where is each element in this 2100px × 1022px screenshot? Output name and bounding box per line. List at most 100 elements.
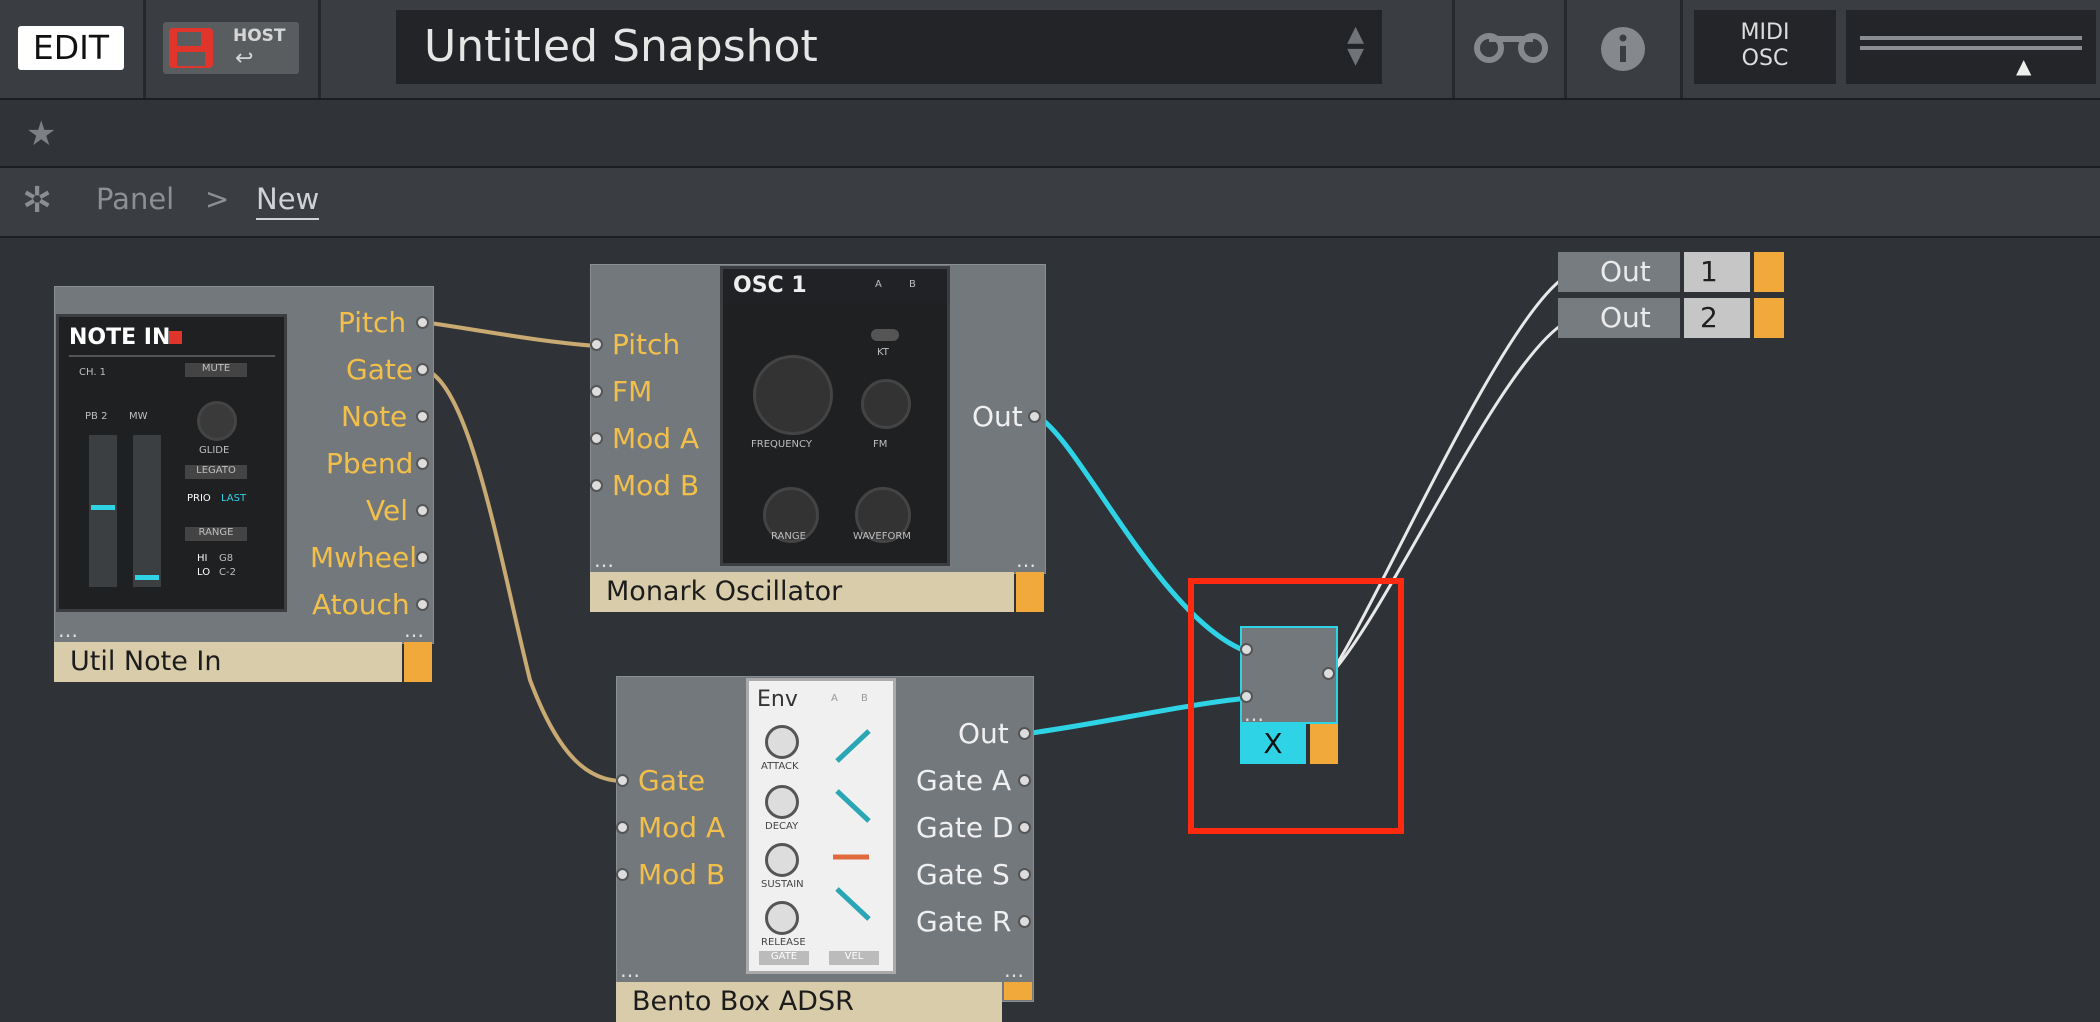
cable-pitch	[422, 320, 598, 348]
port-dot[interactable]	[1018, 821, 1031, 834]
port-modb-in[interactable]: Mod B	[638, 858, 725, 891]
module-tag-icon[interactable]	[1004, 982, 1032, 1000]
module-label[interactable]: Util Note In	[54, 642, 402, 682]
channel-label: CH. 1	[79, 367, 107, 378]
env-b-label: B	[861, 693, 868, 704]
output-name[interactable]: Out	[1558, 252, 1680, 292]
module-tag-icon[interactable]	[1754, 298, 1784, 338]
sustain-label: SUSTAIN	[761, 879, 804, 890]
port-env-out[interactable]: Out	[958, 717, 1009, 750]
port-mwheel-out[interactable]: Mwheel	[310, 541, 417, 574]
port-pbend-out[interactable]: Pbend	[326, 447, 413, 480]
prio-value[interactable]: LAST	[221, 493, 246, 504]
glide-knob[interactable]	[197, 401, 237, 441]
output-name[interactable]: Out	[1558, 298, 1680, 338]
attack-knob[interactable]	[765, 725, 799, 759]
release-knob[interactable]	[765, 901, 799, 935]
glide-label: GLIDE	[199, 445, 230, 456]
envelope-panel: Env A B ATTACK DECAY SUSTAIN RELEASE GAT…	[746, 678, 896, 974]
port-moda-in[interactable]: Mod A	[638, 811, 725, 844]
port-dot[interactable]	[616, 868, 629, 881]
port-vel-out[interactable]: Vel	[366, 494, 408, 527]
envelope-shape-icons	[833, 729, 871, 921]
more-dots-icon[interactable]: …	[594, 548, 615, 572]
port-dot[interactable]	[590, 432, 603, 445]
more-dots-icon[interactable]: …	[404, 618, 425, 642]
waveform-label: WAVEFORM	[853, 531, 911, 542]
port-dot[interactable]	[1018, 727, 1031, 740]
module-tag-icon[interactable]	[1754, 252, 1784, 292]
more-dots-icon[interactable]: …	[1004, 958, 1025, 982]
port-moda-in[interactable]: Mod A	[612, 422, 699, 455]
osc-title: OSC 1	[733, 273, 807, 298]
more-dots-icon[interactable]: …	[620, 958, 641, 982]
osc-b-label: B	[909, 279, 916, 290]
port-gate-d-out[interactable]: Gate D	[916, 811, 1014, 844]
port-atouch-out[interactable]: Atouch	[312, 588, 410, 621]
lo-value[interactable]: C-2	[219, 567, 236, 578]
module-tag-icon[interactable]	[1016, 572, 1044, 612]
port-dot[interactable]	[416, 316, 429, 329]
gate-button[interactable]: GATE	[759, 951, 809, 965]
module-label[interactable]: Bento Box ADSR	[616, 982, 1002, 1022]
note-in-panel: NOTE IN CH. 1 MUTE PB 2 MW GLIDE LEGATO …	[56, 314, 287, 612]
port-dot[interactable]	[416, 551, 429, 564]
port-gate-in[interactable]: Gate	[638, 764, 705, 797]
output-channel[interactable]: 2	[1684, 298, 1750, 338]
pitch-bend-slider[interactable]	[89, 435, 117, 587]
port-dot[interactable]	[616, 821, 629, 834]
output-channel[interactable]: 1	[1684, 252, 1750, 292]
port-pitch-in[interactable]: Pitch	[612, 328, 680, 361]
decay-knob[interactable]	[765, 785, 799, 819]
mod-wheel-slider[interactable]	[133, 435, 161, 587]
kt-toggle[interactable]	[871, 329, 899, 341]
port-modb-in[interactable]: Mod B	[612, 469, 699, 502]
port-dot[interactable]	[1018, 774, 1031, 787]
port-dot[interactable]	[590, 338, 603, 351]
fm-knob[interactable]	[861, 379, 911, 429]
port-dot[interactable]	[1018, 868, 1031, 881]
port-dot[interactable]	[416, 598, 429, 611]
port-gate-a-out[interactable]: Gate A	[916, 764, 1011, 797]
port-dot[interactable]	[416, 410, 429, 423]
frequency-label: FREQUENCY	[751, 439, 812, 450]
port-dot[interactable]	[590, 479, 603, 492]
port-note-out[interactable]: Note	[341, 400, 407, 433]
selection-highlight	[1188, 578, 1404, 834]
fm-label: FM	[873, 439, 888, 450]
legato-button[interactable]: LEGATO	[185, 465, 247, 479]
oscillator-panel: OSC 1 A B FREQUENCY KT FM RANGE WAVEFORM	[720, 266, 950, 566]
port-gate-out[interactable]: Gate	[346, 353, 413, 386]
decay-label: DECAY	[765, 821, 799, 832]
module-label[interactable]: Monark Oscillator	[590, 572, 1014, 612]
mute-button[interactable]: MUTE	[185, 363, 247, 377]
kt-label: KT	[877, 347, 889, 358]
range-label: RANGE	[771, 531, 806, 542]
port-dot[interactable]	[1028, 410, 1041, 423]
sustain-knob[interactable]	[765, 843, 799, 877]
port-dot[interactable]	[616, 774, 629, 787]
osc-a-label: A	[875, 279, 882, 290]
port-gate-s-out[interactable]: Gate S	[916, 858, 1010, 891]
port-osc-out[interactable]: Out	[972, 400, 1023, 433]
range-button[interactable]: RANGE	[185, 527, 247, 541]
mw-label: MW	[129, 411, 148, 422]
port-dot[interactable]	[416, 363, 429, 376]
port-fm-in[interactable]: FM	[612, 375, 652, 408]
vel-button[interactable]: VEL	[829, 951, 879, 965]
more-dots-icon[interactable]: …	[58, 618, 79, 642]
port-dot[interactable]	[1018, 915, 1031, 928]
hi-label: HI	[197, 553, 208, 564]
record-indicator	[169, 331, 182, 344]
port-dot[interactable]	[416, 504, 429, 517]
port-dot[interactable]	[416, 457, 429, 470]
frequency-knob[interactable]	[753, 355, 833, 435]
more-dots-icon[interactable]: …	[1016, 548, 1037, 572]
module-tag-icon[interactable]	[404, 642, 432, 682]
env-title: Env	[757, 687, 798, 712]
port-gate-r-out[interactable]: Gate R	[916, 905, 1011, 938]
pb-label: PB 2	[85, 411, 108, 422]
port-pitch-out[interactable]: Pitch	[338, 306, 406, 339]
hi-value[interactable]: G8	[219, 553, 233, 564]
port-dot[interactable]	[590, 385, 603, 398]
